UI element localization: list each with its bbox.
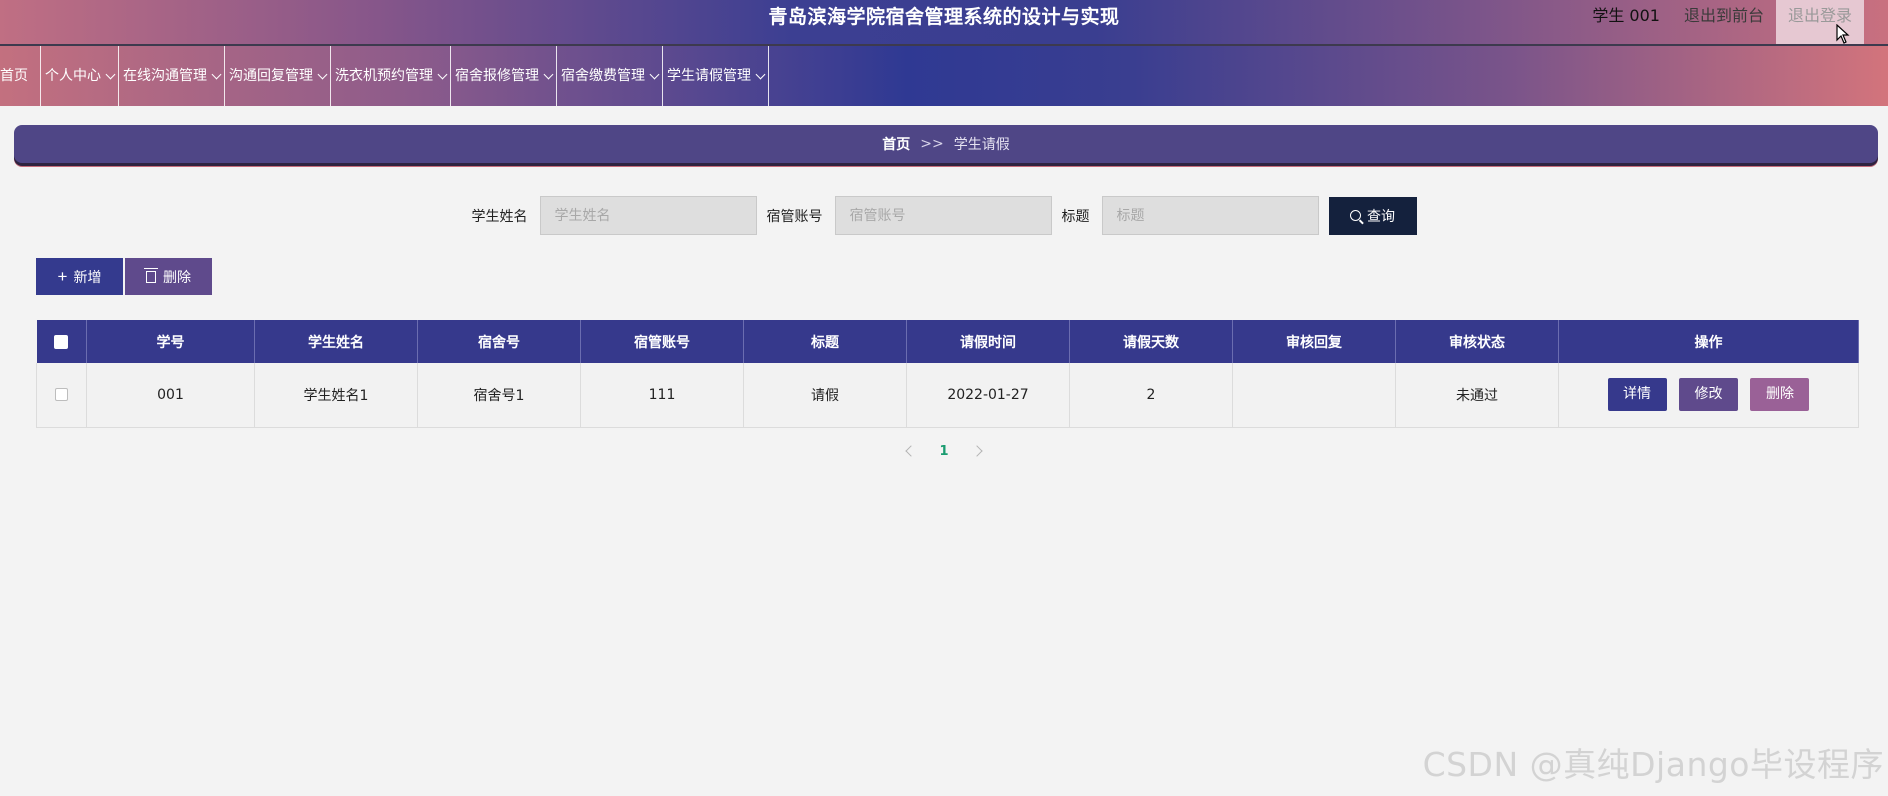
cell-review-reply: [1232, 363, 1396, 428]
nav-item-home[interactable]: 首页: [0, 46, 41, 106]
query-label: 查询: [1367, 207, 1395, 224]
mouse-cursor-icon: [1836, 24, 1850, 44]
pagination: 1: [0, 440, 1888, 462]
row-delete-button[interactable]: 删除: [1750, 378, 1810, 412]
cell-review-status: 未通过: [1395, 363, 1559, 428]
top-header: 青岛滨海学院宿舍管理系统的设计与实现 学生 001 退出到前台 退出登录: [0, 0, 1888, 46]
trash-icon: [144, 267, 158, 283]
col-leave-days: 请假天数: [1069, 320, 1233, 363]
breadcrumb-home[interactable]: 首页: [882, 134, 910, 154]
col-leave-time: 请假时间: [906, 320, 1070, 363]
chevron-down-icon: [649, 69, 660, 79]
add-button[interactable]: + 新增: [36, 258, 123, 295]
col-student-no: 学号: [86, 320, 255, 363]
bulk-delete-button[interactable]: 删除: [125, 258, 212, 295]
title-label: 标题: [1061, 208, 1090, 225]
cell-student-name: 学生姓名1: [254, 363, 418, 428]
nav-item-label: 宿舍报修管理: [455, 68, 539, 84]
nav-item-label: 个人中心: [45, 68, 101, 84]
title-input[interactable]: [1101, 196, 1319, 235]
chevron-down-icon: [105, 69, 116, 79]
main-nav: 首页 个人中心 在线沟通管理 沟通回复管理 洗衣机预约管理 宿舍报修管理 宿舍缴…: [0, 46, 1888, 106]
edit-button[interactable]: 修改: [1679, 378, 1738, 412]
select-all-checkbox[interactable]: [54, 334, 69, 349]
chevron-down-icon: [437, 69, 448, 79]
search-bar: 学生姓名 宿管账号 标题 查询: [0, 196, 1888, 235]
nav-item-personal-center[interactable]: 个人中心: [41, 46, 119, 106]
search-group-title: 标题: [1062, 196, 1319, 235]
search-icon: [1350, 210, 1361, 221]
col-title: 标题: [743, 320, 907, 363]
cell-student-no: 001: [86, 363, 255, 428]
page-number[interactable]: 1: [939, 444, 948, 459]
table-header-row: 学号 学生姓名 宿舍号 宿管账号 标题 请假时间 请假天数 审核回复 审核状态 …: [36, 320, 1859, 363]
user-area: 学生 001 退出到前台 退出登录: [1580, 0, 1864, 44]
manager-account-label: 宿管账号: [766, 208, 823, 225]
next-page-icon[interactable]: [970, 445, 983, 457]
nav-item-label: 首页: [0, 68, 28, 84]
col-student-name: 学生姓名: [254, 320, 418, 363]
chevron-down-icon: [543, 69, 554, 79]
toolbar: + 新增 删除: [36, 258, 212, 295]
nav-item-label: 宿舍缴费管理: [561, 68, 645, 84]
leave-table: 学号 学生姓名 宿舍号 宿管账号 标题 请假时间 请假天数 审核回复 审核状态 …: [36, 320, 1859, 428]
current-user: 学生 001: [1592, 6, 1660, 25]
logout-button[interactable]: 退出登录: [1775, 0, 1864, 44]
breadcrumb-separator: >>: [920, 136, 944, 152]
exit-to-front-link[interactable]: 退出到前台: [1672, 0, 1776, 44]
breadcrumb: 首页 >> 学生请假: [14, 125, 1878, 163]
plus-icon: +: [57, 267, 68, 286]
manager-account-input[interactable]: [834, 196, 1052, 235]
cell-operations: 详情 修改 删除: [1558, 363, 1859, 428]
col-review-reply: 审核回复: [1232, 320, 1396, 363]
table-row: 001 学生姓名1 宿舍号1 111 请假 2022-01-27 2 未通过 详…: [36, 363, 1859, 428]
logout-label: 退出登录: [1787, 6, 1852, 25]
query-button[interactable]: 查询: [1328, 196, 1417, 235]
watermark: CSDN @真纯Django毕设程序: [1422, 745, 1884, 784]
breadcrumb-current: 学生请假: [953, 137, 1010, 153]
chevron-down-icon: [211, 69, 222, 79]
bulk-delete-label: 删除: [163, 268, 191, 285]
row-checkbox[interactable]: [55, 388, 68, 402]
col-operations: 操作: [1558, 320, 1859, 363]
prev-page-icon[interactable]: [905, 445, 918, 457]
nav-item-communication-reply[interactable]: 沟通回复管理: [225, 46, 331, 106]
add-label: 新增: [73, 268, 102, 285]
cell-title: 请假: [743, 363, 907, 428]
nav-item-online-communication[interactable]: 在线沟通管理: [119, 46, 225, 106]
nav-item-student-leave[interactable]: 学生请假管理: [663, 46, 769, 106]
nav-item-washer-booking[interactable]: 洗衣机预约管理: [331, 46, 451, 106]
student-name-label: 学生姓名: [471, 208, 528, 225]
detail-button[interactable]: 详情: [1607, 378, 1667, 412]
select-all-cell: [36, 320, 87, 363]
cell-leave-days: 2: [1069, 363, 1233, 428]
nav-item-label: 学生请假管理: [667, 68, 751, 84]
chevron-down-icon: [755, 69, 766, 79]
nav-item-label: 在线沟通管理: [123, 68, 207, 84]
cell-manager-account: 111: [580, 363, 744, 428]
col-review-status: 审核状态: [1395, 320, 1559, 363]
cell-leave-time: 2022-01-27: [906, 363, 1070, 428]
nav-item-label: 沟通回复管理: [229, 68, 313, 84]
cell-dorm-no: 宿舍号1: [417, 363, 581, 428]
col-dorm-no: 宿舍号: [417, 320, 581, 363]
search-group-manager-account: 宿管账号: [767, 196, 1052, 235]
chevron-down-icon: [317, 69, 328, 79]
nav-item-label: 洗衣机预约管理: [335, 68, 433, 84]
col-manager-account: 宿管账号: [580, 320, 744, 363]
nav-item-dorm-payment[interactable]: 宿舍缴费管理: [557, 46, 663, 106]
search-group-student-name: 学生姓名: [472, 196, 757, 235]
row-select-cell: [36, 363, 87, 428]
student-name-input[interactable]: [539, 196, 757, 235]
nav-item-dorm-repair[interactable]: 宿舍报修管理: [451, 46, 557, 106]
